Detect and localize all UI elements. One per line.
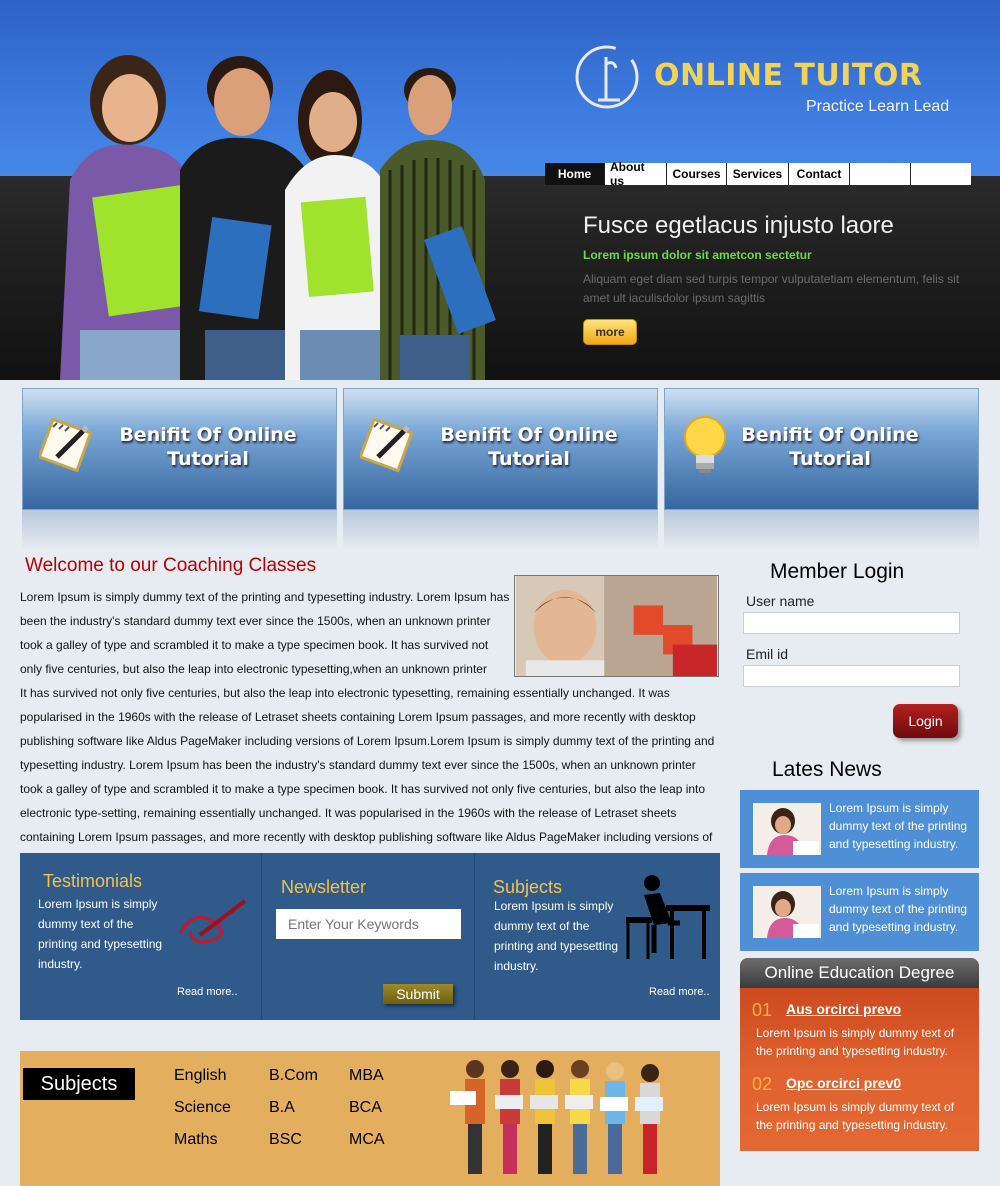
latest-news-title: Lates News [772,758,882,781]
subject-maths[interactable]: Maths [174,1131,218,1149]
username-label: User name [746,593,815,609]
news-item[interactable]: Lorem Ipsum is simply dummy text of the … [740,873,979,951]
info-panel: Testimonials Lorem Ipsum is simply dummy… [20,853,720,1020]
newsletter-keywords-input[interactable] [276,909,461,939]
subject-bsc[interactable]: BSC [269,1131,302,1149]
hero-subtitle: Lorem ipsum dolor sit ametcon sectetur [583,248,812,262]
news-text: Lorem Ipsum is simply dummy text of the … [829,884,968,934]
subject-ba[interactable]: B.A [269,1099,295,1117]
students-photo [60,55,496,380]
benefit-box-3[interactable]: Benifit Of Online Tutorial [664,388,979,550]
newsletter-title: Newsletter [281,877,367,897]
welcome-title: Welcome to our Coaching Classes [25,555,317,576]
benefit-reflection [22,510,337,550]
notepad-pen-icon [360,417,414,473]
testimonials-title: Testimonials [43,871,143,891]
member-login-title: Member Login [770,560,905,583]
panel-divider [261,853,262,1020]
online-education-degree: Online Education Degree 01 Aus orcirci p… [740,958,979,1151]
degree-item-number: 02 [752,1074,773,1094]
nav-empty-2[interactable] [911,163,971,185]
main-nav: Home About us Courses Services Contact [545,160,971,188]
nav-home[interactable]: Home [545,163,605,185]
subject-english[interactable]: English [174,1067,226,1085]
subject-science[interactable]: Science [174,1099,231,1117]
brand-name: ONLINE TUITOR [654,58,923,93]
hero-description: Aliquam eget diam sed turpis tempor vulp… [583,272,960,305]
testimonials-read-more[interactable]: Read more.. [177,986,238,998]
hero-title: Fusce egetlacus injusto laore [583,212,894,239]
benefit-box-2[interactable]: Benifit Of Online Tutorial [343,388,658,550]
welcome-paragraph-2: It has survived not only five centuries,… [20,686,715,868]
newsletter-submit-button[interactable]: Submit [383,984,453,1004]
news-item[interactable]: Lorem Ipsum is simply dummy text of the … [740,790,979,868]
news-text: Lorem Ipsum is simply dummy text of the … [829,801,968,851]
subjects-panel-title: Subjects [493,877,563,897]
benefit-reflection [664,510,979,550]
benefit-title-3: Benifit Of Online Tutorial [741,424,919,470]
email-field[interactable] [743,665,960,687]
news-thumbnail [753,803,821,855]
benefit-reflection [343,510,658,550]
nav-contact[interactable]: Contact [789,163,850,185]
degree-item-link[interactable]: Aus orcirci prevo [786,1001,901,1017]
classroom-photo [514,575,719,677]
benefit-title-2: Benifit Of Online Tutorial [440,424,618,470]
signature-pen-icon [178,899,247,944]
benefit-title-1: Benifit Of Online Tutorial [119,424,297,470]
brand-tagline: Practice Learn Lead [806,98,950,115]
logo-icon [575,45,639,109]
panel-divider [474,853,475,1020]
subjects-strip: Subjects English Science Maths B.Com B.A… [20,1051,720,1186]
benefit-box-1[interactable]: Benifit Of Online Tutorial [22,388,337,550]
email-label: Emil id [746,646,789,662]
login-button[interactable]: Login [893,704,958,738]
children-reading-illustration [450,1060,663,1174]
header: ONLINE TUITOR Practice Learn Lead Home A… [0,0,1000,380]
news-thumbnail [753,886,821,938]
more-button[interactable]: more [583,319,637,345]
testimonials-text: Lorem Ipsum is simply dummy text of the … [38,897,163,971]
welcome-paragraph-1: Lorem Ipsum is simply dummy text of the … [20,590,510,676]
subject-mca[interactable]: MCA [349,1131,385,1149]
lightbulb-icon [684,416,726,473]
notepad-pen-icon [39,417,93,473]
subjects-label: Subjects [23,1068,135,1100]
degree-item-text: Lorem Ipsum is simply dummy text of the … [756,1026,955,1058]
degree-item-number: 01 [752,1000,773,1020]
subject-mba[interactable]: MBA [349,1067,384,1085]
subjects-panel-text: Lorem Ipsum is simply dummy text of the … [494,899,619,973]
subjects-panel-read-more[interactable]: Read more.. [649,986,710,998]
student-at-desk-icon [626,875,710,959]
degree-item-text: Lorem Ipsum is simply dummy text of the … [756,1100,955,1132]
degree-title: Online Education Degree [740,958,979,988]
nav-empty-1[interactable] [850,163,911,185]
subject-bcom[interactable]: B.Com [269,1067,318,1085]
username-field[interactable] [743,612,960,634]
nav-services[interactable]: Services [727,163,789,185]
nav-about-us[interactable]: About us [605,160,667,188]
subject-bca[interactable]: BCA [349,1099,382,1117]
degree-item-link[interactable]: Opc orcirci prev0 [786,1075,901,1091]
nav-courses[interactable]: Courses [667,163,727,185]
